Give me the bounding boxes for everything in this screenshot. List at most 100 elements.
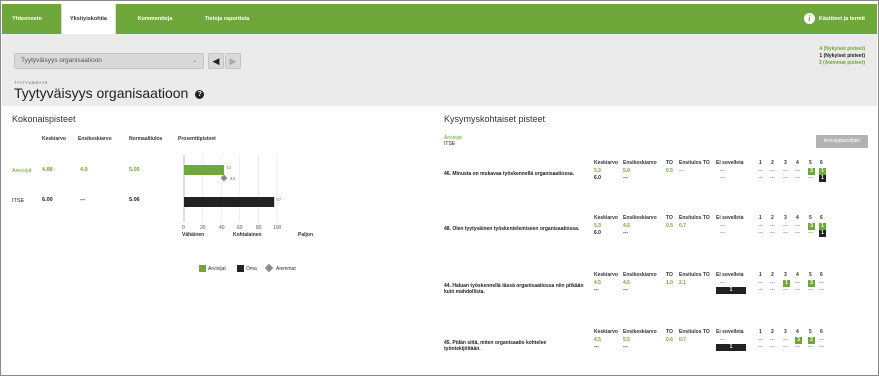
question-column-header: 6 <box>820 272 823 278</box>
distribution-empty: --- <box>808 230 813 236</box>
question-keskiarvo: 5.3 <box>594 168 601 174</box>
distribution-empty: --- <box>770 344 775 350</box>
percentile-chart: 43 97 43 <box>183 155 282 222</box>
question-column-header: 5 <box>809 215 812 221</box>
distribution-count-box: 1 <box>819 223 826 230</box>
question-ensikeskiarvo: --- <box>623 230 628 236</box>
previous-score-diamond <box>220 174 228 182</box>
distribution-empty: --- <box>770 230 775 236</box>
distribution-empty: --- <box>770 337 775 343</box>
question-column-header: Ensikeskiarvo <box>623 329 657 335</box>
distribution-empty: --- <box>758 287 763 293</box>
question-ensikeskiarvo: 5.0 <box>623 168 630 174</box>
question-column-header: 2 <box>771 329 774 335</box>
question-ensikeskiarvo: --- <box>623 287 628 293</box>
distribution-empty: --- <box>808 175 813 181</box>
bar-value-label: 97 <box>276 197 282 202</box>
question-column-header: 3 <box>784 272 787 278</box>
x-tick-label: 0 <box>182 225 185 231</box>
question-ensitulos-to: --- <box>679 168 684 174</box>
question-keskiarvo: 4.5 <box>594 337 601 343</box>
question-column-header: 3 <box>784 329 787 335</box>
distribution-empty: --- <box>795 175 800 181</box>
distribution-empty: --- <box>783 168 788 174</box>
legend-label: Oma <box>246 266 257 272</box>
legend-swatch-oma <box>237 265 244 272</box>
question-column-header: Keskiarvo <box>594 215 618 221</box>
question-column-header: 5 <box>809 329 812 335</box>
question-column-header: Ei sovelleta <box>716 272 744 278</box>
self-label: ITSE <box>444 141 456 147</box>
distribution-count-box: 3 <box>808 168 815 175</box>
distribution-count-box: 1 <box>783 280 790 287</box>
ei-sovelleta-value: --- <box>720 230 725 236</box>
distribution-empty: --- <box>758 344 763 350</box>
question-column-header: 6 <box>820 329 823 335</box>
question-column-header: Keskiarvo <box>594 160 618 166</box>
question-column-header: Keskiarvo <box>594 329 618 335</box>
x-tick-label: 100 <box>273 225 282 231</box>
question-ensikeskiarvo: 4.5 <box>623 223 630 229</box>
ei-sovelleta-value: --- <box>720 168 725 174</box>
legend-label: Arvioijat <box>208 266 226 272</box>
distribution-empty: --- <box>758 223 763 229</box>
question-to: 1.0 <box>666 280 673 286</box>
question-ensikeskiarvo: --- <box>623 175 628 181</box>
distribution-empty: --- <box>795 344 800 350</box>
question-to: 0.5 <box>666 168 673 174</box>
question-column-header: 1 <box>759 272 762 278</box>
axis-label-kohtalainen: Kohtalainen <box>233 232 262 238</box>
question-column-header: Keskiarvo <box>594 272 618 278</box>
axis-label-vahainen: Vähäinen <box>182 232 205 238</box>
question-keskiarvo: --- <box>594 344 599 350</box>
question-column-header: 2 <box>771 215 774 221</box>
question-column-header: Ensikeskiarvo <box>623 272 657 278</box>
distribution-empty: --- <box>795 168 800 174</box>
distribution-count-box: 2 <box>808 337 815 344</box>
ei-sovelleta-count-box: 1 <box>716 287 746 294</box>
x-tick-label: 20 <box>200 225 206 231</box>
legend-label: Aiemmat <box>276 266 296 272</box>
distribution-empty: --- <box>783 223 788 229</box>
question-keskiarvo: 6.0 <box>594 175 601 181</box>
distribution-count-box: 3 <box>808 223 815 230</box>
ei-sovelleta-value: --- <box>720 223 725 229</box>
question-column-header: 1 <box>759 160 762 166</box>
distribution-empty: --- <box>795 280 800 286</box>
question-ensikeskiarvo: 5.5 <box>623 337 630 343</box>
section-title-kysymyskohtaiset: Kysymyskohtaiset pisteet <box>444 114 546 124</box>
question-to: 0.6 <box>666 337 673 343</box>
question-column-header: 4 <box>796 272 799 278</box>
axis-label-paljon: Paljon <box>298 232 314 238</box>
ei-sovelleta-count-box: 1 <box>716 344 746 351</box>
question-column-header: Ensitulos TO <box>679 329 710 335</box>
distribution-empty: --- <box>783 230 788 236</box>
distribution-empty: --- <box>758 168 763 174</box>
question-to: 0.5 <box>666 223 673 229</box>
question-column-header: Ensitulos TO <box>679 272 710 278</box>
distribution-empty: --- <box>795 223 800 229</box>
distribution-empty: --- <box>808 344 813 350</box>
question-keskiarvo: --- <box>594 287 599 293</box>
distribution-empty: --- <box>770 280 775 286</box>
question-column-header: Ei sovelleta <box>716 160 744 166</box>
distribution-count-box: 3 <box>795 337 802 344</box>
question-column-header: 4 <box>796 329 799 335</box>
distribution-empty: --- <box>819 344 824 350</box>
arvioijatasoittain-button[interactable]: Arvioijatasoittain <box>816 135 868 148</box>
distribution-empty: --- <box>770 168 775 174</box>
distribution-count-box: 1 <box>819 230 826 237</box>
question-ensikeskiarvo: 4.5 <box>623 280 630 286</box>
question-keskiarvo: 4.5 <box>594 280 601 286</box>
ei-sovelleta-value: --- <box>720 175 725 181</box>
x-tick-label: 40 <box>219 225 225 231</box>
distribution-count-box: 1 <box>819 168 826 175</box>
ei-sovelleta-value: --- <box>720 280 725 286</box>
rater-label-block: Arvioijat ITSE <box>444 135 462 147</box>
distribution-empty: --- <box>758 175 763 181</box>
distribution-empty: --- <box>770 175 775 181</box>
question-column-header: Ei sovelleta <box>716 329 744 335</box>
question-column-header: Ei sovelleta <box>716 215 744 221</box>
distribution-empty: --- <box>758 337 763 343</box>
distribution-empty: --- <box>770 287 775 293</box>
